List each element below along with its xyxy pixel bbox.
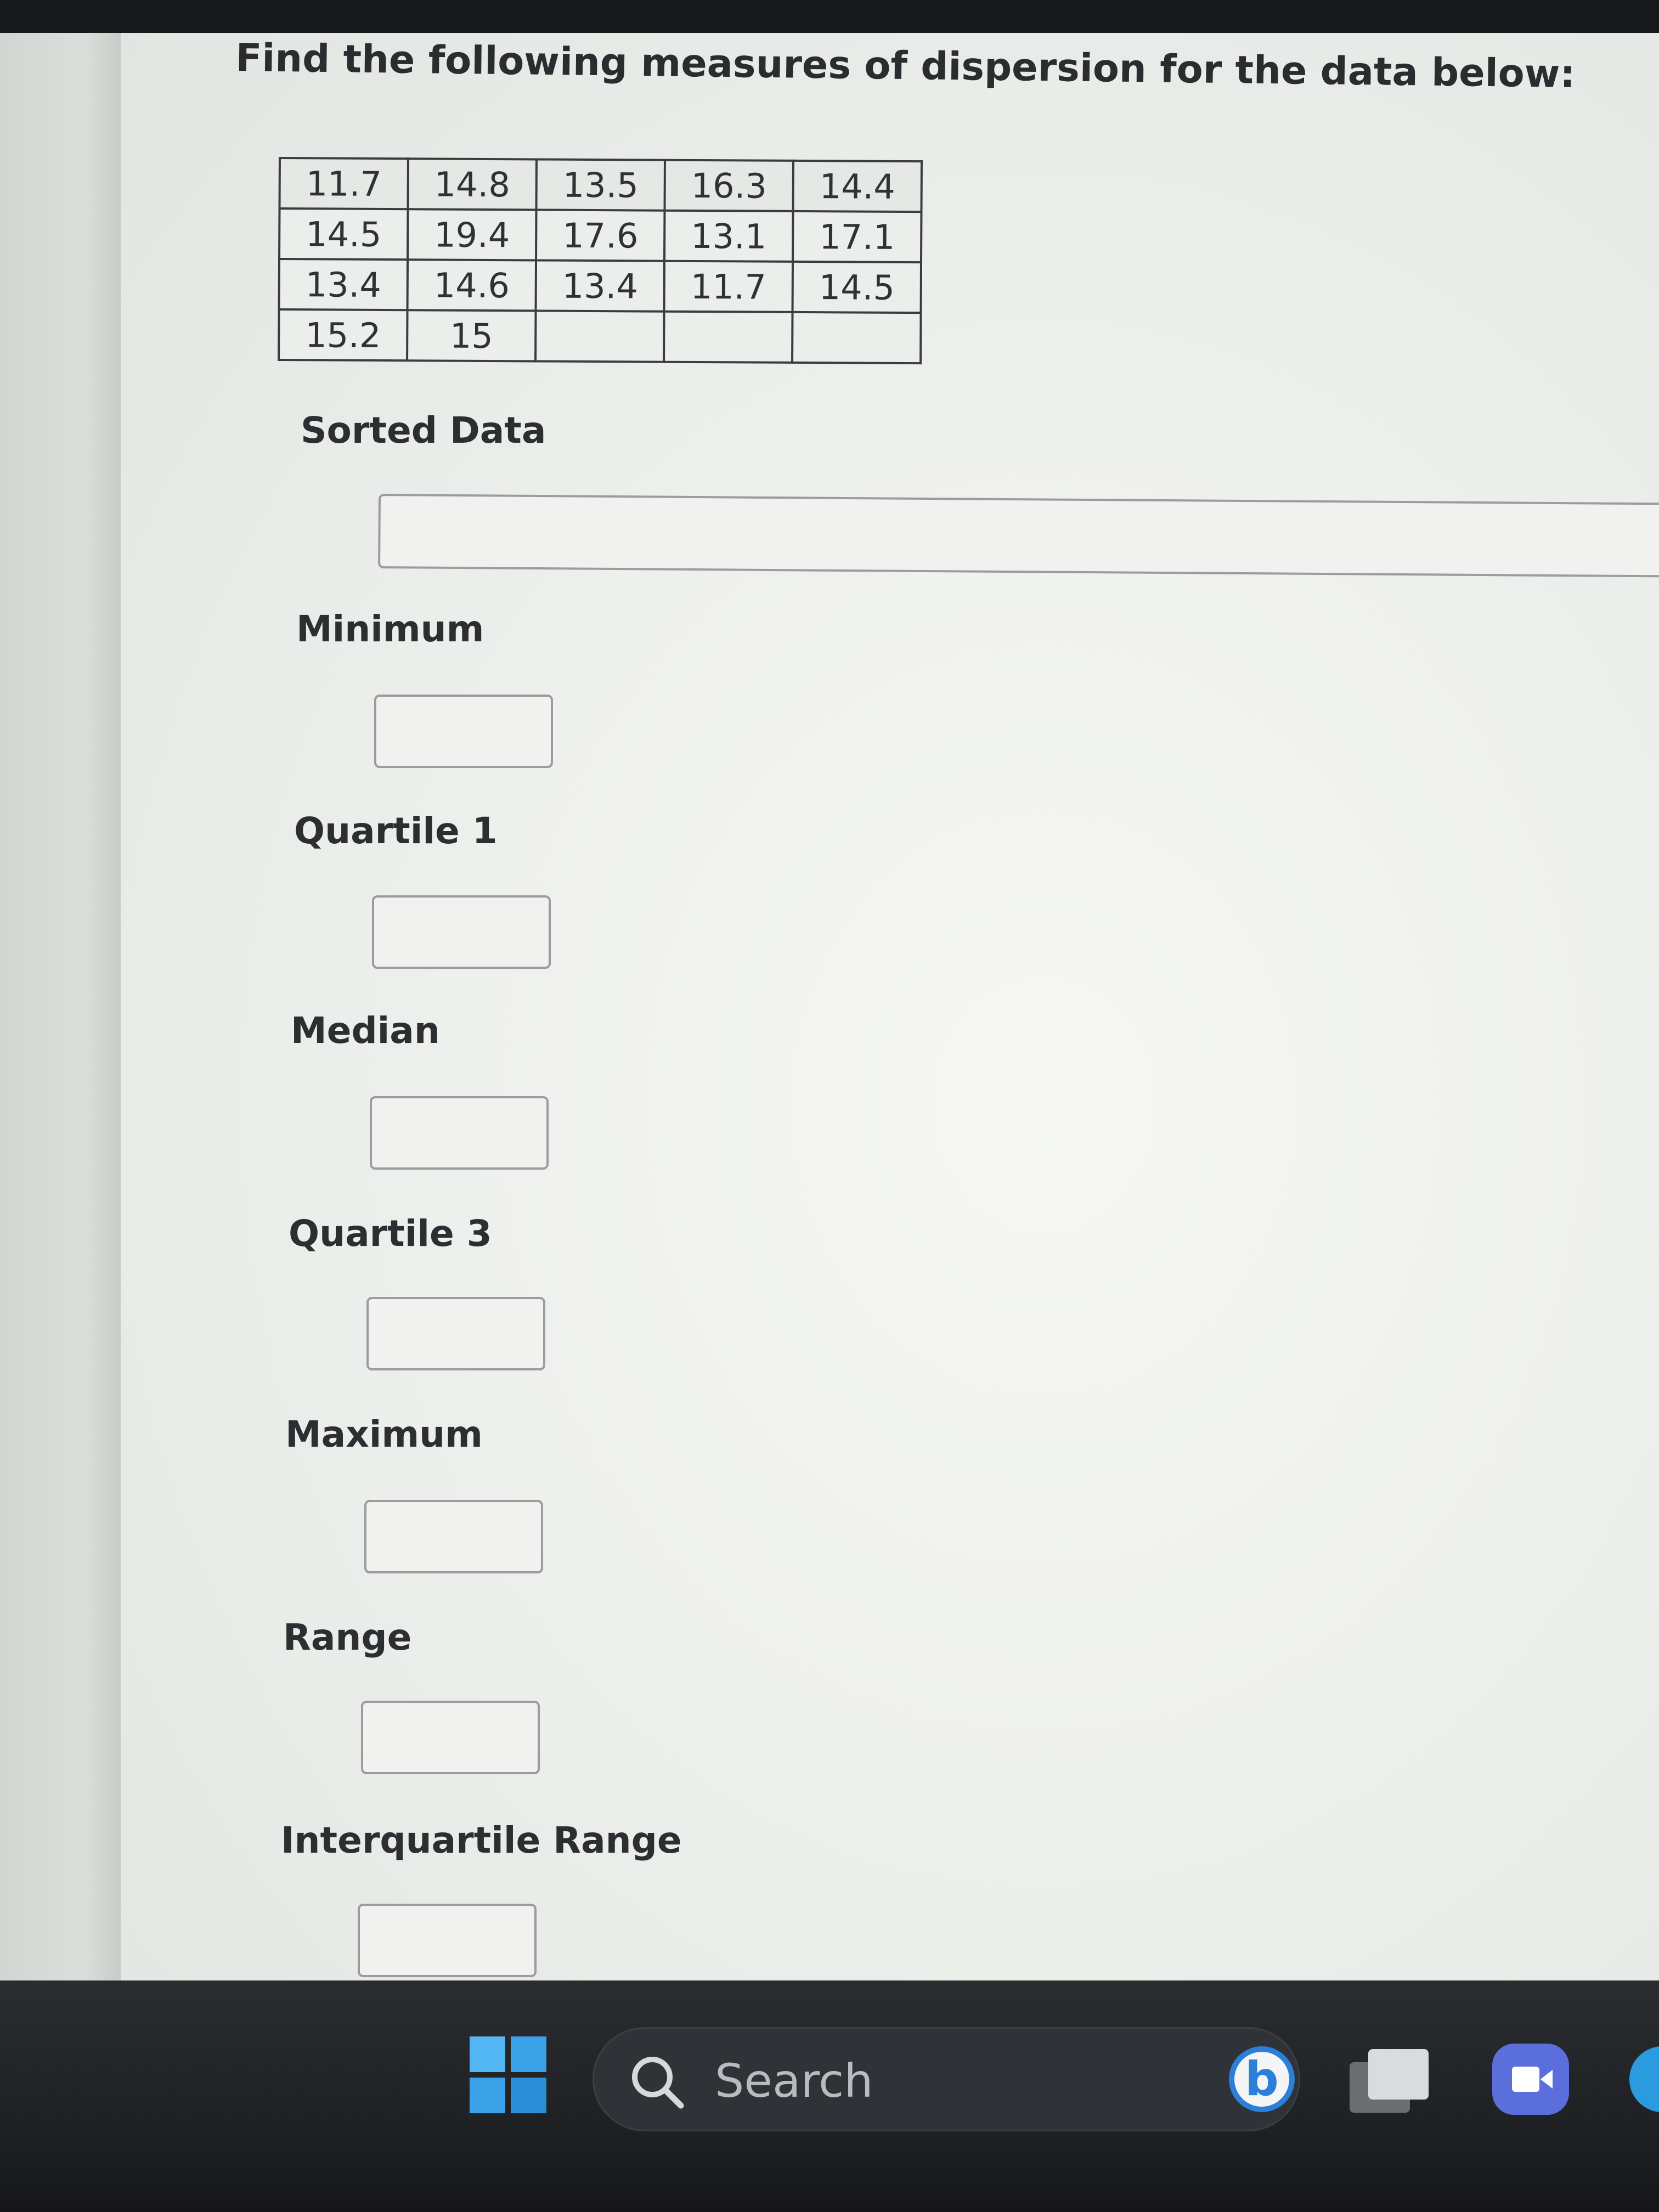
windows-logo-pane [511, 2078, 546, 2113]
search-icon [632, 2057, 684, 2109]
quartile-3-label: Quartile 3 [289, 1212, 492, 1255]
data-table: 11.7 14.8 13.5 16.3 14.4 14.5 19.4 17.6 … [278, 157, 923, 364]
minimum-input[interactable] [374, 695, 553, 768]
table-cell: 13.5 [536, 159, 665, 211]
task-view-front-pane [1368, 2049, 1429, 2100]
table-cell: 16.3 [664, 160, 793, 211]
minimum-label: Minimum [296, 608, 484, 650]
table-row: 14.5 19.4 17.6 13.1 17.1 [279, 208, 922, 263]
screen: Find the following measures of dispersio… [0, 0, 1659, 2212]
range-input[interactable] [361, 1701, 540, 1774]
table-cell [535, 311, 664, 362]
camera-body [1512, 2067, 1539, 2092]
windows-logo-pane [470, 2036, 505, 2072]
table-cell: 14.6 [407, 259, 537, 311]
table-row: 13.4 14.6 13.4 11.7 14.5 [279, 259, 922, 313]
sorted-data-input[interactable] [378, 494, 1659, 578]
task-view-icon[interactable] [1350, 2049, 1432, 2115]
table-cell: 13.4 [535, 260, 665, 312]
table-cell: 14.8 [408, 159, 537, 210]
table-row: 11.7 14.8 13.5 16.3 14.4 [279, 158, 922, 212]
table-cell: 15.2 [279, 309, 408, 361]
table-cell: 19.4 [408, 209, 537, 261]
table-cell: 11.7 [664, 261, 793, 312]
sorted-data-label: Sorted Data [301, 409, 546, 452]
median-label: Median [291, 1009, 440, 1052]
quartile-3-input[interactable] [366, 1297, 545, 1370]
camera-lens [1541, 2070, 1553, 2089]
quartile-1-label: Quartile 1 [294, 810, 498, 852]
table-cell [664, 311, 793, 363]
range-label: Range [283, 1616, 412, 1658]
table-cell: 14.5 [792, 261, 922, 313]
median-input[interactable] [370, 1096, 549, 1170]
table-cell: 15 [407, 310, 536, 362]
taskbar-search-box[interactable]: Search [592, 2027, 1300, 2131]
table-row: 15.2 15 [279, 309, 921, 364]
windows-logo-pane [511, 2036, 546, 2072]
interquartile-range-input[interactable] [358, 1904, 537, 1977]
table-cell: 13.1 [664, 210, 793, 262]
interquartile-range-label: Interquartile Range [281, 1819, 682, 1861]
quartile-1-input[interactable] [372, 895, 551, 969]
search-placeholder: Search [715, 2054, 873, 2108]
table-cell: 13.4 [279, 259, 408, 311]
table-cell [792, 312, 921, 364]
table-cell: 17.1 [793, 211, 922, 263]
maximum-input[interactable] [364, 1500, 543, 1573]
windows-logo-pane [470, 2078, 505, 2113]
table-cell: 14.4 [793, 160, 922, 212]
left-gutter [0, 33, 121, 1980]
bing-icon[interactable]: b [1229, 2046, 1295, 2112]
table-cell: 17.6 [536, 210, 665, 261]
table-cell: 11.7 [279, 158, 408, 210]
windows-start-icon[interactable] [470, 2036, 546, 2113]
table-cell: 14.5 [279, 208, 408, 260]
meet-icon[interactable] [1492, 2044, 1569, 2115]
maximum-label: Maximum [285, 1413, 483, 1455]
